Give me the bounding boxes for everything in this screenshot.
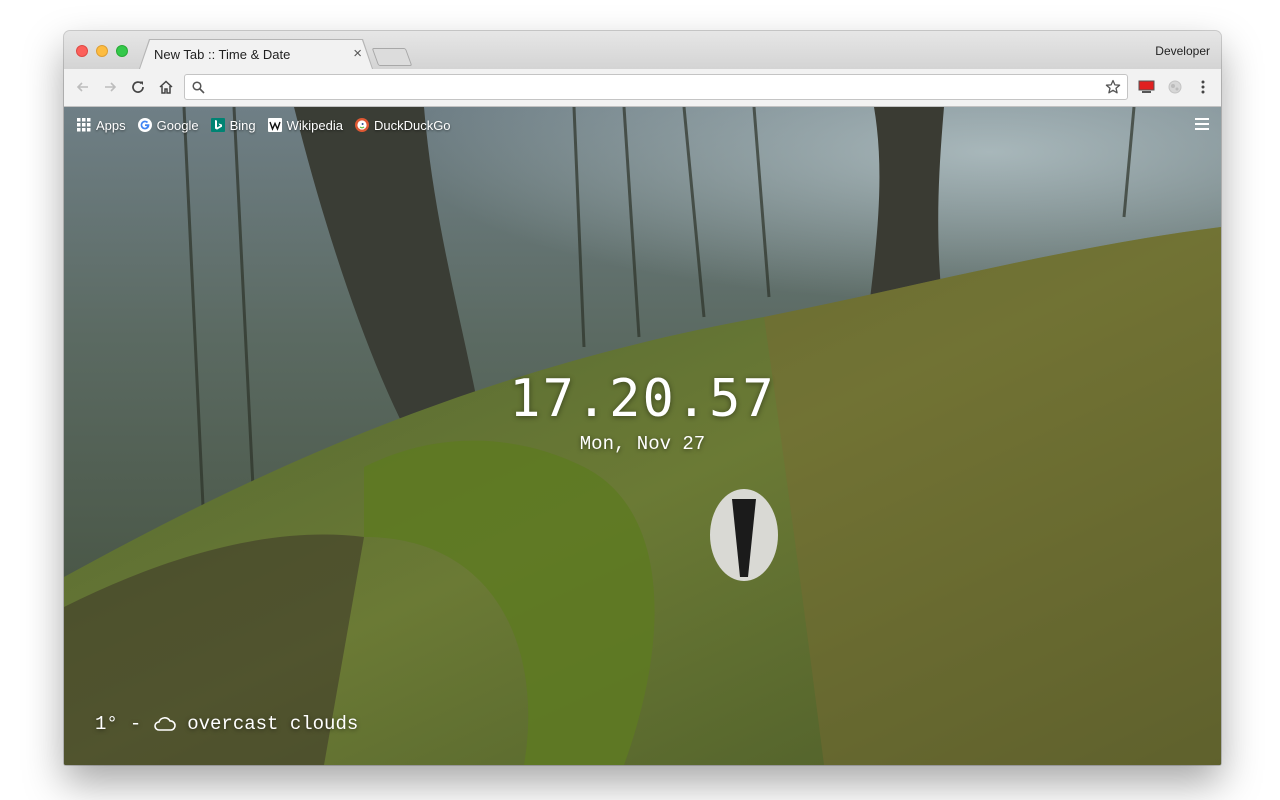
omnibox[interactable] — [184, 74, 1128, 100]
extension-globe-icon — [1168, 80, 1182, 94]
back-button[interactable] — [72, 76, 94, 98]
tab-close-icon[interactable]: × — [353, 45, 362, 62]
bookmark-apps[interactable]: Apps — [77, 118, 126, 133]
apps-grid-icon — [77, 118, 91, 132]
kebab-menu-icon — [1201, 80, 1205, 94]
reload-button[interactable] — [127, 76, 149, 98]
wikipedia-icon — [267, 118, 282, 132]
extension-flag-button[interactable] — [1136, 76, 1158, 98]
weather-widget: 1° - overcast clouds — [95, 713, 358, 735]
weather-separator: - — [129, 713, 142, 735]
bookmark-label: DuckDuckGo — [373, 117, 451, 133]
bookmark-label: Bing — [229, 117, 256, 133]
bookmark-duckduckgo[interactable]: DuckDuckGo — [354, 117, 451, 133]
google-icon — [137, 118, 152, 132]
bing-icon — [210, 118, 225, 132]
duckduckgo-icon — [354, 118, 369, 132]
window-maximize-button[interactable] — [116, 45, 128, 57]
tab-title: New Tab :: Time & Date — [154, 47, 291, 62]
clock-time: 17.20.57 — [509, 369, 776, 429]
profile-name[interactable]: Developer — [1155, 44, 1210, 58]
toolbar — [64, 69, 1221, 107]
star-icon[interactable] — [1105, 79, 1121, 95]
bookmark-label: Wikipedia — [286, 117, 343, 133]
home-button[interactable] — [155, 76, 177, 98]
hamburger-menu-icon[interactable] — [1195, 118, 1209, 133]
chrome-menu-button[interactable] — [1192, 76, 1214, 98]
bookmark-bing[interactable]: Bing — [210, 117, 256, 133]
omnibox-input[interactable] — [211, 78, 1095, 98]
weather-temperature: 1° — [95, 713, 118, 735]
new-tab-page: Apps Google Bing Wikipedia DuckDuckGo 17… — [64, 107, 1221, 765]
forward-arrow-icon — [105, 82, 117, 92]
home-icon — [159, 80, 173, 94]
extension-flag-icon — [1138, 80, 1155, 93]
bookmark-google[interactable]: Google — [137, 117, 199, 133]
clock-date: Mon, Nov 27 — [579, 433, 706, 455]
bookmark-label: Google — [156, 117, 199, 133]
extension-globe-button[interactable] — [1164, 76, 1186, 98]
new-tab-button[interactable] — [371, 48, 413, 66]
search-icon — [192, 81, 205, 94]
bookmark-wikipedia[interactable]: Wikipedia — [267, 117, 343, 133]
tab-active[interactable]: New Tab :: Time & Date × — [140, 40, 372, 69]
window-minimize-button[interactable] — [96, 45, 108, 57]
bookmarks-bar: Apps Google Bing Wikipedia DuckDuckGo — [77, 115, 463, 135]
bookmark-label: Apps — [96, 117, 126, 133]
back-arrow-icon — [76, 82, 88, 92]
reload-icon — [132, 81, 144, 93]
title-bar: New Tab :: Time & Date × Developer — [64, 31, 1221, 69]
cloud-icon — [153, 715, 177, 733]
browser-window: New Tab :: Time & Date × Developer Apps … — [64, 31, 1221, 765]
window-close-button[interactable] — [76, 45, 88, 57]
weather-condition: overcast clouds — [187, 713, 359, 735]
forward-button[interactable] — [99, 76, 121, 98]
